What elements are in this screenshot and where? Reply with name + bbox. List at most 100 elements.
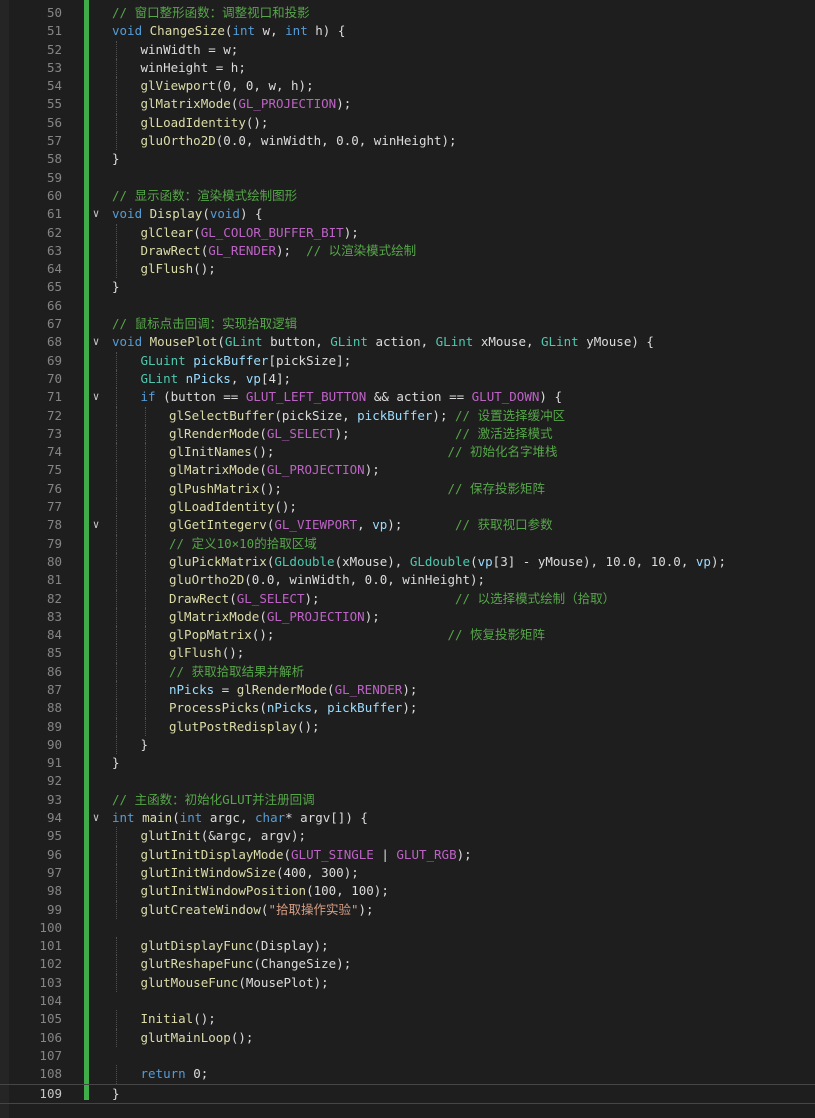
code-line[interactable]: 108 return 0; (0, 1065, 815, 1084)
code-text[interactable]: glutInit(&argc, argv); (141, 827, 307, 845)
code-line[interactable]: 52 winWidth = w; (0, 40, 815, 59)
code-text[interactable]: glGetIntegerv(GL_VIEWPORT, vp); // 获取视口参… (169, 516, 553, 534)
code-text[interactable]: glMatrixMode(GL_PROJECTION); (141, 95, 352, 113)
code-line[interactable]: 100 (0, 919, 815, 937)
code-line[interactable]: 101 glutDisplayFunc(Display); (0, 937, 815, 956)
code-text[interactable]: // 获取拾取结果并解析 (169, 663, 304, 681)
code-line[interactable]: 78 ∨ glGetIntegerv(GL_VIEWPORT, vp); // 获取… (0, 516, 815, 535)
code-text[interactable]: glutCreateWindow("拾取操作实验"); (141, 901, 374, 919)
code-line[interactable]: 72 glSelectBuffer(pickSize, pickBuffer); … (0, 406, 815, 425)
code-line[interactable]: 102 glutReshapeFunc(ChangeSize); (0, 955, 815, 974)
code-text[interactable]: glPopMatrix(); // 恢复投影矩阵 (169, 626, 545, 644)
code-text[interactable]: } (141, 736, 149, 754)
code-text[interactable]: } (112, 150, 120, 168)
code-text[interactable]: gluOrtho2D(0.0, winWidth, 0.0, winHeight… (169, 571, 485, 589)
code-line[interactable]: 107 (0, 1047, 815, 1065)
code-text[interactable]: glViewport(0, 0, w, h); (141, 77, 314, 95)
code-line[interactable]: 92 (0, 772, 815, 790)
code-line[interactable]: 58} (0, 150, 815, 168)
code-text[interactable]: // 鼠标点击回调：实现拾取逻辑 (112, 315, 297, 333)
code-line[interactable]: 63 DrawRect(GL_RENDER); // 以渲染模式绘制 (0, 241, 815, 261)
code-line[interactable]: 81 gluOrtho2D(0.0, winWidth, 0.0, winHeig… (0, 571, 815, 590)
code-text[interactable]: gluPickMatrix(GLdouble(xMouse), GLdouble… (169, 553, 726, 571)
code-line[interactable]: 106 glutMainLoop(); (0, 1028, 815, 1047)
code-text[interactable]: } (112, 754, 120, 772)
code-text[interactable]: winHeight = h; (141, 59, 246, 77)
code-line[interactable]: 80 gluPickMatrix(GLdouble(xMouse), GLdoub… (0, 552, 815, 572)
code-line[interactable]: 85 glFlush(); (0, 644, 815, 663)
code-text[interactable]: void MousePlot(GLint button, GLint actio… (112, 333, 654, 351)
code-line[interactable]: 99 glutCreateWindow("拾取操作实验"); (0, 900, 815, 919)
code-line[interactable]: 109} (0, 1083, 815, 1104)
code-line[interactable]: 68 ∨ void MousePlot(GLint button, GLint ac… (0, 333, 815, 351)
code-line[interactable]: 97 glutInitWindowSize(400, 300); (0, 863, 815, 883)
code-text[interactable]: gluOrtho2D(0.0, winWidth, 0.0, winHeight… (141, 132, 457, 150)
code-text[interactable]: glutDisplayFunc(Display); (141, 937, 329, 955)
code-line[interactable]: 74 glInitNames(); // 初始化名字堆栈 (0, 443, 815, 462)
code-line[interactable]: 59 (0, 169, 815, 187)
code-text[interactable]: return 0; (141, 1065, 209, 1083)
code-text[interactable]: glRenderMode(GL_SELECT); // 激活选择模式 (169, 425, 553, 443)
code-line[interactable]: 88 ProcessPicks(nPicks, pickBuffer); (0, 699, 815, 718)
code-text[interactable]: glFlush(); (169, 644, 244, 662)
code-line[interactable]: 60 // 显示函数：渲染模式绘制图形 (0, 187, 815, 205)
code-text[interactable]: glutInitDisplayMode(GLUT_SINGLE | GLUT_R… (141, 846, 472, 864)
code-line[interactable]: 70 GLint nPicks, vp[4]; (0, 369, 815, 389)
code-line[interactable]: 56 glLoadIdentity(); (0, 113, 815, 133)
code-text[interactable]: glSelectBuffer(pickSize, pickBuffer); //… (169, 407, 565, 425)
code-line[interactable]: 79 // 定义10×10的拾取区域 (0, 534, 815, 553)
code-text[interactable]: void ChangeSize(int w, int h) { (112, 22, 345, 40)
code-text[interactable]: GLuint pickBuffer[pickSize]; (141, 352, 352, 370)
code-text[interactable]: DrawRect(GL_RENDER); // 以渲染模式绘制 (141, 242, 417, 260)
code-line[interactable]: 98 glutInitWindowPosition(100, 100); (0, 882, 815, 901)
code-line[interactable]: 65} (0, 278, 815, 296)
code-line[interactable]: 71 ∨ if (button == GLUT_LEFT_BUTTON && act… (0, 388, 815, 407)
fold-chevron-icon[interactable]: ∨ (89, 809, 103, 827)
code-text[interactable]: glutMainLoop(); (141, 1029, 254, 1047)
code-text[interactable]: glFlush(); (141, 260, 216, 278)
code-line[interactable]: 73 glRenderMode(GL_SELECT); // 激活选择模式 (0, 424, 815, 444)
code-text[interactable]: // 窗口整形函数：调整视口和投影 (112, 4, 310, 22)
code-text[interactable]: glMatrixMode(GL_PROJECTION); (169, 608, 380, 626)
code-line[interactable]: 69 GLuint pickBuffer[pickSize]; (0, 351, 815, 370)
code-text[interactable]: glutMouseFunc(MousePlot); (141, 974, 329, 992)
code-text[interactable]: winWidth = w; (141, 41, 239, 59)
fold-chevron-icon[interactable]: ∨ (89, 388, 103, 406)
code-line[interactable]: 89 glutPostRedisplay(); (0, 717, 815, 736)
code-line[interactable]: 93 // 主函数：初始化GLUT并注册回调 (0, 791, 815, 809)
code-line[interactable]: 90} (0, 735, 815, 755)
fold-chevron-icon[interactable]: ∨ (89, 333, 103, 351)
code-text[interactable]: glMatrixMode(GL_PROJECTION); (169, 461, 380, 479)
code-text[interactable]: glutInitWindowPosition(100, 100); (141, 882, 389, 900)
code-line[interactable]: 62 glClear(GL_COLOR_BUFFER_BIT); (0, 223, 815, 242)
code-text[interactable]: ProcessPicks(nPicks, pickBuffer); (169, 699, 417, 717)
code-text[interactable]: glPushMatrix(); // 保存投影矩阵 (169, 480, 545, 498)
code-text[interactable]: nPicks = glRenderMode(GL_RENDER); (169, 681, 417, 699)
code-text[interactable]: void Display(void) { (112, 205, 263, 223)
code-line[interactable]: 67 // 鼠标点击回调：实现拾取逻辑 (0, 315, 815, 333)
code-line[interactable]: 105 Initial(); (0, 1010, 815, 1029)
code-line[interactable]: 57 gluOrtho2D(0.0, winWidth, 0.0, winHeig… (0, 132, 815, 151)
code-line[interactable]: 104 (0, 992, 815, 1010)
code-text[interactable]: GLint nPicks, vp[4]; (141, 370, 292, 388)
code-line[interactable]: 87 nPicks = glRenderMode(GL_RENDER); (0, 680, 815, 700)
code-line[interactable]: 53 winHeight = h; (0, 58, 815, 78)
code-text[interactable]: glutReshapeFunc(ChangeSize); (141, 955, 352, 973)
code-line[interactable]: 51 void ChangeSize(int w, int h) { (0, 22, 815, 40)
code-text[interactable]: // 显示函数：渲染模式绘制图形 (112, 187, 297, 205)
code-line[interactable]: 61 ∨ void Display(void) { (0, 205, 815, 223)
code-line[interactable]: 83 glMatrixMode(GL_PROJECTION); (0, 607, 815, 627)
code-text[interactable]: } (112, 278, 120, 296)
code-text[interactable]: int main(int argc, char* argv[]) { (112, 809, 368, 827)
fold-chevron-icon[interactable]: ∨ (89, 205, 103, 223)
code-line[interactable]: 76 glPushMatrix(); // 保存投影矩阵 (0, 479, 815, 499)
code-text[interactable]: // 定义10×10的拾取区域 (169, 535, 317, 553)
code-line[interactable]: 86 // 获取拾取结果并解析 (0, 662, 815, 681)
code-text[interactable]: } (112, 1085, 120, 1103)
code-lines[interactable]: 50// 窗口整形函数：调整视口和投影 51 void ChangeSize(int… (0, 4, 815, 1104)
code-line[interactable]: 95 glutInit(&argc, argv); (0, 827, 815, 846)
fold-chevron-icon[interactable]: ∨ (89, 516, 103, 534)
code-line[interactable]: 55 glMatrixMode(GL_PROJECTION); (0, 95, 815, 114)
code-line[interactable]: 75 glMatrixMode(GL_PROJECTION); (0, 461, 815, 480)
code-line[interactable]: 84 glPopMatrix(); // 恢复投影矩阵 (0, 626, 815, 645)
